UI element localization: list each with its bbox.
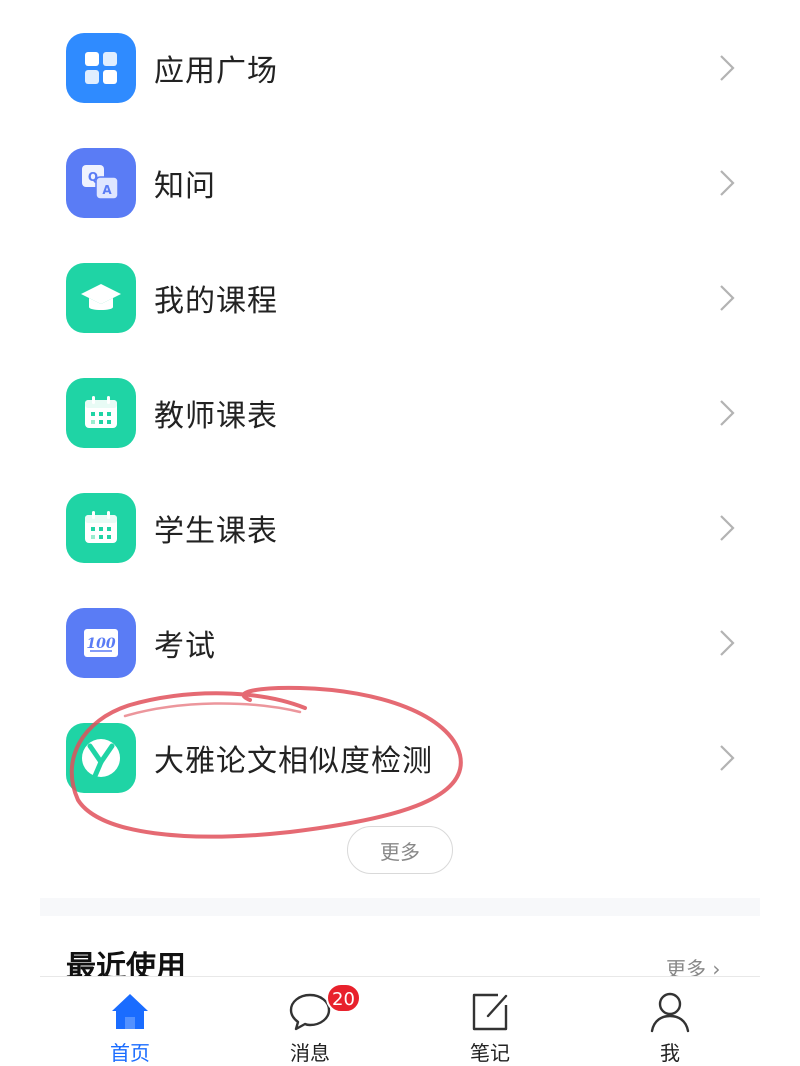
menu-item-my-courses[interactable]: 我的课程 [0, 240, 800, 355]
menu-item-label: 知问 [154, 168, 216, 204]
tab-label: 我 [660, 1041, 680, 1065]
tab-profile[interactable]: 我 [610, 977, 730, 1065]
menu-item-teacher-schedule[interactable]: 教师课表 [0, 355, 800, 470]
menu-item-zhiwen[interactable]: Q A 知问 [0, 125, 800, 240]
qa-icon-q: Q [88, 170, 98, 184]
tab-notes[interactable]: 笔记 [430, 977, 550, 1065]
calendar-icon [66, 377, 136, 448]
tab-label: 笔记 [470, 1041, 510, 1065]
chevron-right-icon [720, 514, 735, 541]
qa-icon: Q A [66, 147, 136, 218]
graduation-cap-icon [66, 262, 136, 333]
tab-home[interactable]: 首页 [70, 977, 190, 1065]
exam-score-icon: 100 [66, 607, 136, 678]
menu-item-label: 考试 [154, 628, 216, 664]
menu-item-student-schedule[interactable]: 学生课表 [0, 470, 800, 585]
daya-logo-icon [66, 722, 136, 793]
menu-item-label: 应用广场 [154, 53, 278, 89]
note-icon [472, 993, 508, 1031]
chevron-right-icon [720, 284, 735, 311]
recent-more-label: 更多 [666, 957, 706, 976]
chevron-right-icon [720, 744, 735, 771]
tab-label: 消息 [290, 1041, 330, 1065]
chevron-right-icon [720, 399, 735, 426]
recent-section-title: 最近使用 [66, 950, 186, 976]
more-apps-button[interactable]: 更多 [347, 826, 453, 874]
chevron-right-icon [720, 169, 735, 196]
menu-item-label: 教师课表 [154, 398, 278, 434]
qa-icon-a: A [102, 183, 112, 197]
recent-more-link[interactable]: 更多 › [666, 956, 720, 976]
tab-messages[interactable]: 20 消息 [250, 977, 370, 1065]
menu-item-exam[interactable]: 100 考试 [0, 585, 800, 700]
menu-item-daya-plagiarism-check[interactable]: 大雅论文相似度检测 [0, 700, 800, 815]
bottom-tab-bar: 首页 20 消息 笔记 我 [40, 976, 760, 1065]
app-grid-icon [66, 32, 136, 103]
tab-label: 首页 [110, 1041, 150, 1065]
home-icon [112, 994, 148, 1029]
menu-item-app-square[interactable]: 应用广场 [0, 10, 800, 125]
calendar-icon [66, 492, 136, 563]
chevron-right-icon [720, 54, 735, 81]
menu-item-label: 我的课程 [154, 283, 278, 319]
menu-item-label: 大雅论文相似度检测 [154, 743, 433, 779]
profile-icon [650, 992, 690, 1033]
message-count-badge: 20 [326, 983, 361, 1013]
chevron-right-icon [720, 629, 735, 656]
menu-item-label: 学生课表 [154, 513, 278, 549]
exam-icon-score: 100 [86, 636, 115, 652]
section-divider [40, 898, 760, 916]
